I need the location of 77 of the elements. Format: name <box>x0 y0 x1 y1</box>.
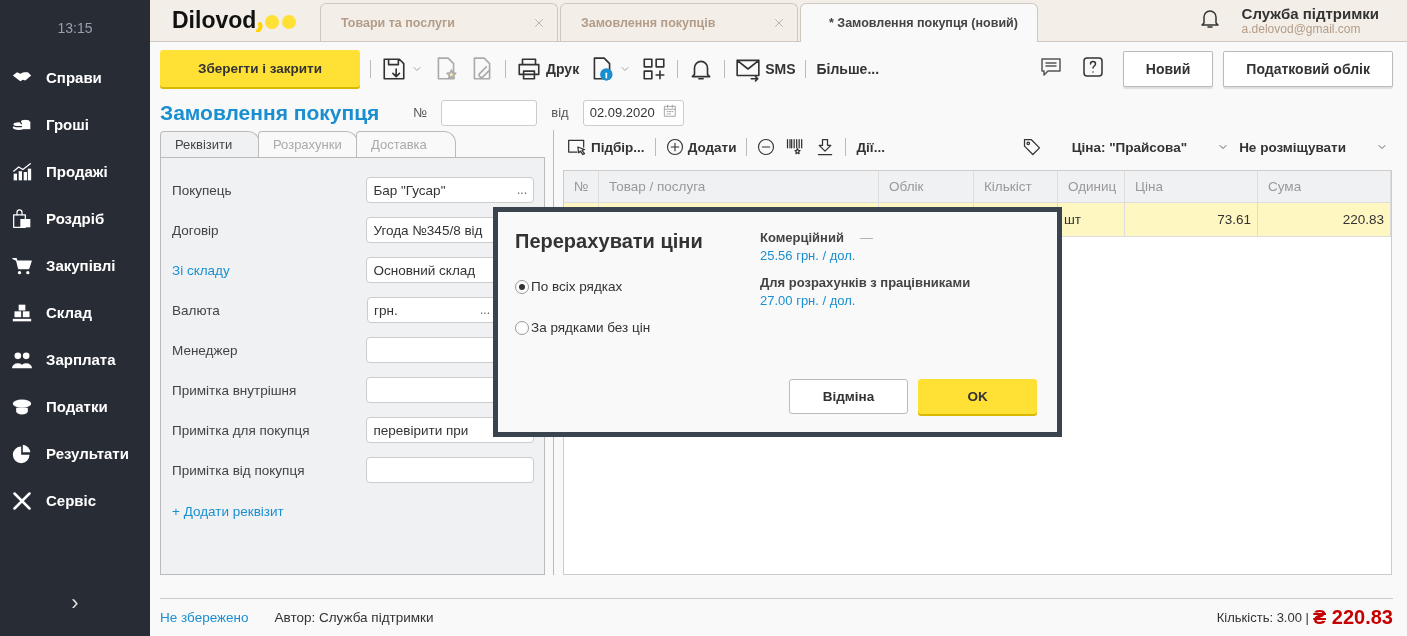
close-icon <box>533 16 545 29</box>
quantity-text: Кількість: 3.00 | <box>1216 610 1309 625</box>
input-field[interactable] <box>366 457 534 483</box>
price-tag-icon <box>1021 137 1042 157</box>
floppy-disk-icon <box>381 55 407 82</box>
ok-button[interactable]: OK <box>918 379 1037 414</box>
table-cell: 73.61 <box>1125 203 1258 237</box>
save-close-button[interactable]: Зберегти і закрити <box>160 50 360 87</box>
sidebar-item[interactable]: Закупівлі <box>0 242 150 289</box>
total-amount: ₴ 220.83 <box>1312 606 1393 629</box>
add-icon <box>665 138 684 156</box>
sidebar-item[interactable]: Гроші <box>0 101 150 148</box>
table-cell: шт <box>1058 203 1125 237</box>
sidebar-item[interactable]: Продажі <box>0 148 150 195</box>
toolbar-button[interactable]: Новий <box>1122 50 1214 87</box>
field-label: Валюта <box>172 302 221 318</box>
toolbar-button[interactable]: Підбір... <box>567 137 645 157</box>
toolbar-button[interactable]: Друк <box>516 55 580 82</box>
number-field[interactable] <box>441 99 538 126</box>
expand-toggle[interactable]: › <box>71 590 79 616</box>
sidebar-item[interactable]: Результати <box>0 430 150 477</box>
toolbar-button[interactable]: Додати <box>665 138 737 156</box>
document-title: Замовлення покупця <box>160 100 380 125</box>
remove-icon <box>757 138 776 156</box>
field-label: Покупець <box>172 182 233 198</box>
price-dropdown[interactable]: Ціна: "Прайсова" <box>1021 137 1230 157</box>
radio-option[interactable]: За рядками без цін <box>515 320 760 335</box>
sidebar-item[interactable]: Справи <box>0 54 150 101</box>
field-label: Примітка для покупця <box>172 422 311 438</box>
calendar-icon <box>662 104 677 118</box>
input-field[interactable]: Бар "Гусар" ... <box>366 177 534 203</box>
sidebar-item[interactable]: Сервіс <box>0 477 150 524</box>
toolbar-button[interactable]: Податковий облік <box>1223 50 1393 87</box>
clock-time: 13:15 <box>57 19 93 38</box>
date-label: від <box>551 105 569 120</box>
placement-dropdown[interactable]: Не розміщувати <box>1239 139 1388 155</box>
form-tab[interactable]: Реквізити <box>160 131 260 157</box>
date-field[interactable]: 02.09.2020 <box>582 99 684 126</box>
rate-value[interactable]: 27.00 грн. / дол. <box>760 293 1037 308</box>
field-label: Примітка від покупця <box>172 462 306 478</box>
toolbar-button[interactable]: Дії... <box>856 139 885 155</box>
user-email: a.delovod@gmail.com <box>1241 21 1361 36</box>
radio-button[interactable] <box>515 279 529 294</box>
printer-icon <box>516 55 542 82</box>
logo-text: Dilovod <box>172 6 257 34</box>
toolbar-icon-button[interactable] <box>381 55 423 82</box>
number-label: № <box>413 105 428 120</box>
field-label: Примітка внутрішня <box>172 382 298 398</box>
sidebar-item[interactable]: Зарплата <box>0 336 150 383</box>
field-label: Менеджер <box>172 342 239 358</box>
cart-icon <box>10 255 34 276</box>
boxes-icon <box>10 302 34 323</box>
help-icon <box>1080 54 1105 79</box>
bar-chart-icon <box>10 161 34 182</box>
rate-value[interactable]: 25.56 грн. / дол. <box>760 248 1037 263</box>
rate-name: Для розрахунків з працівниками <box>760 275 971 290</box>
grid-plus-icon <box>641 55 668 82</box>
table-cell: 220.83 <box>1258 203 1391 237</box>
cursor-box-icon <box>567 137 587 157</box>
cancel-button[interactable]: Відміна <box>789 379 908 414</box>
user-name: Служба підтримки <box>1241 4 1379 22</box>
document-tab[interactable]: * Замовлення покупця (новий) <box>800 3 1038 42</box>
dash-mark: — <box>859 230 873 245</box>
radio-button[interactable] <box>515 320 529 335</box>
picker-button[interactable]: ... <box>517 183 527 197</box>
field-label: Договір <box>172 222 220 238</box>
rate-name: Комерційний <box>760 230 844 245</box>
close-icon <box>773 16 785 29</box>
toolbar-icon-button[interactable] <box>641 55 668 82</box>
picker-button[interactable]: ... <box>480 303 490 317</box>
toolbar-icon-button[interactable] <box>757 138 776 156</box>
sidebar-item[interactable]: Склад <box>0 289 150 336</box>
sidebar-item[interactable]: Роздріб <box>0 195 150 242</box>
sidebar-item[interactable]: Податки <box>0 383 150 430</box>
author-text: Автор: Служба підтримки <box>274 610 434 625</box>
toolbar-button[interactable]: Більше... <box>816 60 880 77</box>
toolbar-button[interactable]: SMS <box>735 55 796 82</box>
